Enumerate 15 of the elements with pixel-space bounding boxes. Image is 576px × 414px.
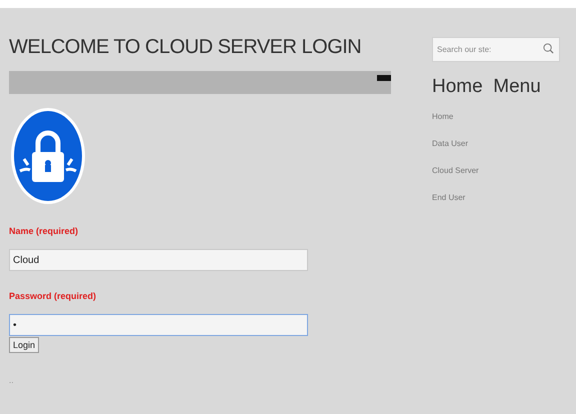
footer-text: .. (9, 375, 14, 387)
menu-heading: Home Menu (432, 75, 541, 99)
search-field[interactable]: Search our ste: (432, 37, 560, 62)
login-button[interactable]: Login (9, 337, 40, 353)
menu-link[interactable]: End User (432, 192, 466, 204)
menu-link[interactable]: Cloud Server (432, 165, 479, 177)
menu-link[interactable]: Home (432, 111, 454, 123)
page-title: WELCOME TO CLOUD SERVER LOGIN (9, 35, 362, 60)
field-label: Name (required) (9, 225, 80, 237)
search-icon[interactable] (543, 43, 554, 54)
menu-link[interactable]: Data User (432, 138, 468, 150)
padlock-icon (10, 107, 86, 205)
input-field[interactable]: Cloud (9, 249, 308, 271)
field-label: Password (required) (9, 290, 98, 302)
input-field[interactable]: • (9, 314, 308, 336)
